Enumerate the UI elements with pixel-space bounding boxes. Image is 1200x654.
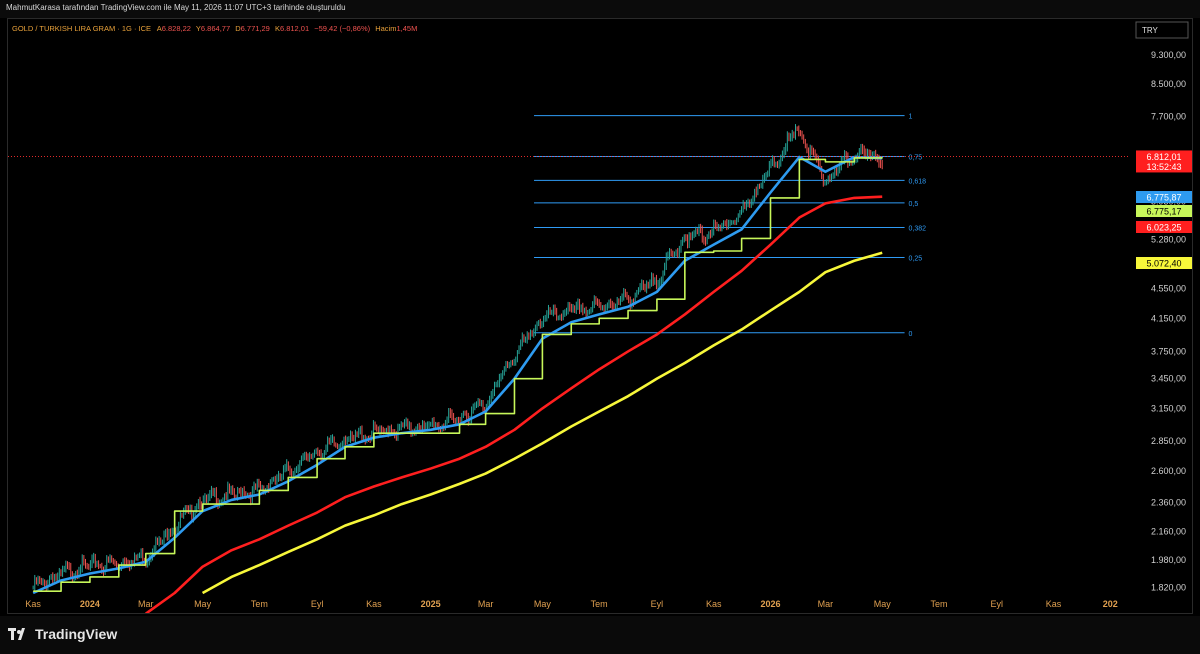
x-tick-label: Mar: [478, 599, 494, 609]
fib-level-label: 0,25: [909, 255, 923, 262]
x-tick-label: Mar: [818, 599, 834, 609]
price-chart[interactable]: GOLD / TURKISH LIRA GRAM · 1G · ICE A6.8…: [8, 19, 1192, 613]
fib-level-label: 1: [909, 114, 913, 121]
y-tick-label: 2.360,00: [1151, 498, 1186, 508]
tradingview-logo-icon: [8, 628, 25, 640]
x-tick-label: Kas: [1046, 599, 1062, 609]
x-tick-label: Kas: [25, 599, 41, 609]
y-tick-label: 2.600,00: [1151, 466, 1186, 476]
ma-blue-line: [32, 155, 883, 595]
top-bar: MahmutKarasa tarafından TradingView.com …: [0, 0, 1200, 18]
legend-volume-value: 1,45M: [396, 24, 417, 33]
price-tag-countdown: 13:52:43: [1146, 162, 1181, 172]
price-tag-value: 5.072,40: [1146, 259, 1181, 269]
fib-level-label: 0,5: [909, 201, 919, 208]
legend-close-value: 6.812,01: [280, 24, 309, 33]
candle-group: [32, 124, 883, 592]
legend-low-value: 6.771,29: [241, 24, 270, 33]
legend-open-value: 6.828,22: [162, 24, 191, 33]
fib-level-label: 0,618: [909, 178, 927, 185]
y-tick-label: 4.150,00: [1151, 313, 1186, 323]
y-tick-label: 9.300,00: [1151, 50, 1186, 60]
price-series: [32, 124, 883, 592]
y-tick-label: 4.550,00: [1151, 283, 1186, 293]
x-tick-label: Tem: [930, 599, 947, 609]
fib-level-label: 0,382: [909, 226, 927, 233]
price-axis[interactable]: 9.300,008.500,007.700,006.810,005.930,00…: [1151, 50, 1186, 593]
price-tag-value: 6.775,87: [1146, 193, 1181, 203]
x-tick-label: 2024: [80, 599, 100, 609]
x-tick-label: Tem: [251, 599, 268, 609]
x-tick-label: 202: [1103, 599, 1118, 609]
legend-change: −59,42 (−0,86%): [314, 24, 370, 33]
price-tag-value: 6.812,01: [1146, 152, 1181, 162]
ma-yellow-line: [201, 251, 883, 595]
footer: TradingView: [0, 616, 1200, 654]
price-tag: 6.023,25: [1136, 221, 1192, 233]
price-tag-value: 6.775,17: [1146, 207, 1181, 217]
legend-symbol: GOLD / TURKISH LIRA GRAM · 1G · ICE: [12, 24, 151, 33]
x-tick-label: May: [194, 599, 212, 609]
time-axis[interactable]: Kas 2024 Mar May Tem Eyl Kas 2025 Mar May Tem Eyl Ka…: [25, 599, 1117, 609]
x-tick-label: Eyl: [651, 599, 664, 609]
tradingview-brand: TradingView: [35, 626, 118, 642]
x-tick-label: 2026: [760, 599, 780, 609]
y-tick-label: 1.980,00: [1151, 555, 1186, 565]
y-tick-label: 8.500,00: [1151, 79, 1186, 89]
attribution-text: MahmutKarasa tarafından TradingView.com …: [6, 3, 346, 12]
x-tick-label: 2025: [421, 599, 441, 609]
x-tick-label: Mar: [138, 599, 154, 609]
x-tick-label: Kas: [706, 599, 722, 609]
price-tag: 6.775,87: [1136, 191, 1192, 203]
price-tag: 5.072,40: [1136, 257, 1192, 269]
x-tick-label: Eyl: [990, 599, 1003, 609]
currency-button[interactable]: TRY: [1135, 21, 1189, 39]
x-tick-label: Tem: [591, 599, 608, 609]
x-tick-label: May: [874, 599, 892, 609]
y-tick-label: 3.750,00: [1151, 346, 1186, 356]
legend-bar: GOLD / TURKISH LIRA GRAM · 1G · ICE A6.8…: [12, 24, 417, 33]
x-tick-label: Eyl: [311, 599, 324, 609]
legend-high-value: 6.864,77: [201, 24, 230, 33]
x-tick-label: May: [534, 599, 552, 609]
price-tag-value: 6.023,25: [1146, 223, 1181, 233]
y-tick-label: 5.280,00: [1151, 235, 1186, 245]
x-tick-label: Kas: [366, 599, 382, 609]
supertrend-line: [33, 157, 884, 592]
price-tag: 6.775,17: [1136, 205, 1192, 217]
y-tick-label: 1.820,00: [1151, 583, 1186, 593]
chart-frame[interactable]: GOLD / TURKISH LIRA GRAM · 1G · ICE A6.8…: [7, 18, 1193, 614]
legend-volume-label: Hacim: [375, 24, 396, 33]
price-tags: 6.812,0113:52:43 6.775,87 6.775,17 6.023,25…: [1136, 150, 1192, 269]
y-tick-label: 3.450,00: [1151, 374, 1186, 384]
tradingview-logo[interactable]: TradingView: [8, 626, 117, 642]
y-tick-label: 2.160,00: [1151, 527, 1186, 537]
y-tick-label: 7.700,00: [1151, 111, 1186, 121]
y-tick-label: 3.150,00: [1151, 403, 1186, 413]
price-tag: 6.812,0113:52:43: [1136, 150, 1192, 173]
y-tick-label: 2.850,00: [1151, 436, 1186, 446]
svg-text:GOLD / TURKISH LIRA GRAM · 1G: GOLD / TURKISH LIRA GRAM · 1G · ICE A6.8…: [12, 24, 417, 33]
currency-label: TRY: [1142, 26, 1159, 35]
fib-level-label: 0: [909, 331, 913, 338]
fib-level-label: 0,75: [909, 155, 923, 162]
moving-averages: [8, 155, 1128, 613]
